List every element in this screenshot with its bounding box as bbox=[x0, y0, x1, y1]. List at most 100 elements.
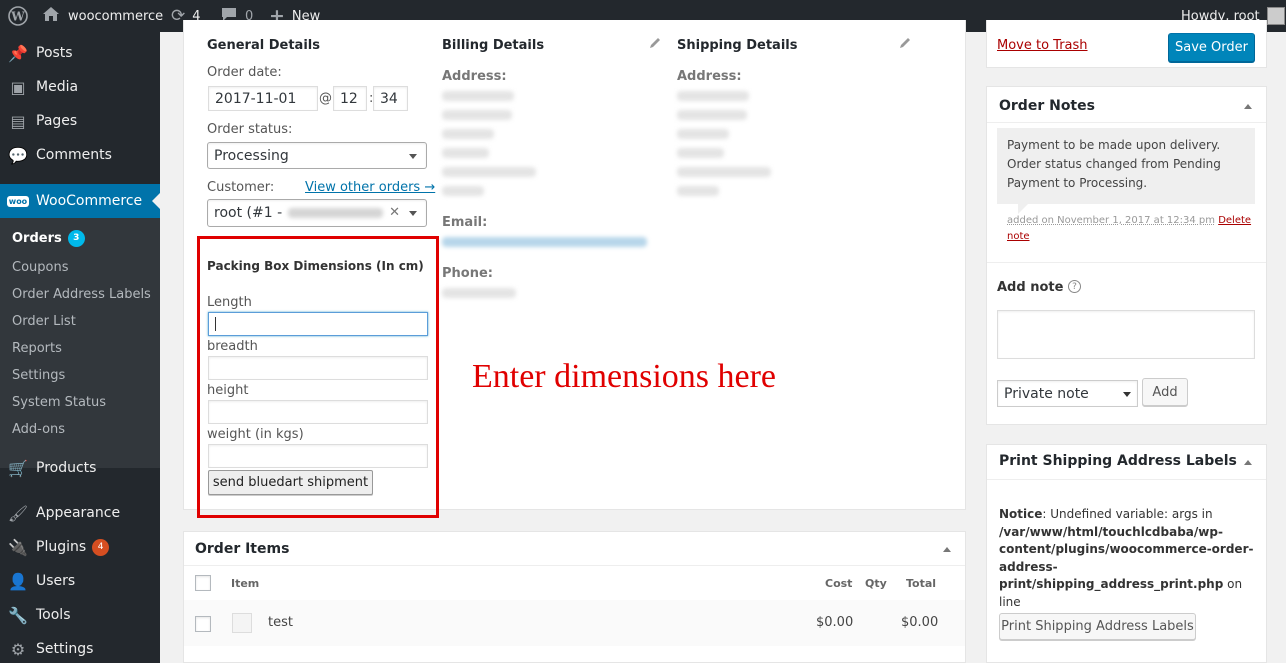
breadth-label: breadth bbox=[207, 339, 258, 354]
item-cost: $0.00 bbox=[816, 615, 854, 630]
breadth-input[interactable] bbox=[208, 356, 428, 380]
billing-address-redacted bbox=[442, 148, 489, 158]
chevron-down-icon bbox=[409, 154, 417, 159]
col-item-header[interactable]: Item bbox=[231, 577, 259, 590]
sidebar-item-label: Pages bbox=[36, 113, 78, 129]
height-label: height bbox=[207, 383, 249, 398]
height-input[interactable] bbox=[208, 400, 428, 424]
shipping-address-redacted bbox=[677, 186, 719, 196]
sidebar-item-tools[interactable]: 🔧 Tools bbox=[0, 598, 160, 632]
sidebar-item-appearance[interactable]: 🖌 Appearance bbox=[0, 496, 160, 530]
sidebar-item-media[interactable]: ▣ Media bbox=[0, 70, 160, 104]
billing-address-redacted bbox=[442, 91, 514, 101]
submenu-settings[interactable]: Settings bbox=[12, 368, 65, 383]
sidebar-item-products[interactable]: 🛒 Products bbox=[0, 451, 160, 485]
sidebar-item-comments[interactable]: 💬 Comments bbox=[0, 138, 160, 172]
collapse-arrow-icon[interactable] bbox=[1244, 104, 1252, 109]
order-status-select[interactable]: Processing bbox=[207, 142, 427, 169]
add-note-textarea[interactable] bbox=[997, 310, 1255, 359]
sidebar-item-users[interactable]: 👤 Users bbox=[0, 564, 160, 598]
move-to-trash-link[interactable]: Move to Trash bbox=[997, 38, 1088, 53]
weight-label: weight (in kgs) bbox=[207, 427, 304, 442]
comments-icon: 💬 bbox=[8, 145, 28, 165]
note-type-select[interactable]: Private note bbox=[997, 380, 1138, 407]
col-total-header[interactable]: Total bbox=[906, 577, 936, 590]
at-symbol: @ bbox=[319, 91, 332, 106]
sidebar-item-posts[interactable]: 📌 Posts bbox=[0, 36, 160, 70]
note-type-value: Private note bbox=[1004, 385, 1089, 402]
help-icon[interactable]: ? bbox=[1068, 280, 1081, 293]
length-input[interactable] bbox=[208, 312, 428, 336]
divider bbox=[987, 479, 1266, 480]
send-bluedart-shipment-button[interactable]: send bluedart shipment bbox=[208, 470, 373, 495]
billing-address-redacted bbox=[442, 129, 494, 139]
collapse-arrow-icon[interactable] bbox=[943, 547, 951, 552]
select-all-checkbox[interactable] bbox=[195, 575, 211, 591]
order-items-heading: Order Items bbox=[195, 541, 290, 557]
order-notes-heading: Order Notes bbox=[999, 98, 1095, 114]
divider bbox=[987, 122, 1266, 123]
avatar bbox=[1266, 7, 1285, 25]
billing-details-heading: Billing Details bbox=[442, 38, 545, 53]
submenu-system-status[interactable]: System Status bbox=[12, 395, 106, 410]
sidebar-item-label: Posts bbox=[36, 45, 73, 61]
notice-path: print/shipping_address_print.php bbox=[999, 577, 1224, 591]
plugins-icon: 🔌 bbox=[8, 537, 28, 557]
clear-x-icon[interactable]: ✕ bbox=[389, 205, 400, 220]
divider bbox=[184, 565, 965, 566]
sidebar-item-settings[interactable]: ⚙ Settings bbox=[0, 632, 160, 663]
pushpin-icon: 📌 bbox=[8, 43, 28, 63]
shipping-details-heading: Shipping Details bbox=[677, 38, 798, 53]
customer-label: Customer: bbox=[207, 180, 275, 195]
submenu-coupons[interactable]: Coupons bbox=[12, 260, 69, 275]
submenu-add-ons[interactable]: Add-ons bbox=[12, 422, 65, 437]
submenu-label: Orders bbox=[12, 231, 62, 246]
order-status-value: Processing bbox=[214, 147, 289, 164]
item-name[interactable]: test bbox=[268, 615, 293, 630]
wordpress-logo-icon[interactable]: W bbox=[8, 0, 28, 32]
wrench-icon: 🔧 bbox=[8, 605, 28, 625]
sidebar-item-label: WooCommerce bbox=[36, 193, 143, 209]
col-cost-header[interactable]: Cost bbox=[825, 577, 852, 590]
products-icon: 🛒 bbox=[8, 458, 28, 478]
collapse-arrow-icon[interactable] bbox=[1244, 460, 1252, 465]
billing-email-label: Email: bbox=[442, 215, 488, 230]
sidebar-item-label: Settings bbox=[36, 641, 94, 657]
sidebar-item-plugins[interactable]: 🔌 Plugins 4 bbox=[0, 530, 160, 564]
submenu-order-address-labels[interactable]: Order Address Labels bbox=[12, 287, 151, 302]
submenu-order-list[interactable]: Order List bbox=[12, 314, 76, 329]
customer-select[interactable]: root (#1 - ✕ bbox=[207, 199, 427, 227]
shipping-address-label: Address: bbox=[677, 69, 742, 84]
add-note-button[interactable]: Add bbox=[1142, 378, 1188, 406]
order-status-label: Order status: bbox=[207, 122, 293, 137]
save-order-button[interactable]: Save Order bbox=[1168, 33, 1255, 62]
edit-shipping-pencil-icon[interactable] bbox=[898, 36, 912, 54]
site-name: woocommerce bbox=[68, 8, 164, 24]
print-shipping-labels-button[interactable]: Print Shipping Address Labels bbox=[999, 613, 1196, 640]
site-name-link[interactable]: woocommerce bbox=[42, 0, 163, 32]
notice-path: content/plugins/woocommerce-order- bbox=[999, 542, 1254, 556]
order-minute-input[interactable]: 34 bbox=[373, 86, 408, 111]
delete-note-link[interactable]: Delete bbox=[1218, 215, 1251, 226]
submenu-orders[interactable]: Orders 3 bbox=[12, 230, 85, 247]
order-hour-input[interactable]: 12 bbox=[333, 86, 367, 111]
sidebar-item-label: Comments bbox=[36, 147, 112, 163]
order-date-input[interactable]: 2017-11-01 bbox=[208, 86, 318, 111]
packing-box-heading: Packing Box Dimensions (In cm) bbox=[207, 259, 424, 273]
length-label: Length bbox=[207, 295, 252, 310]
sidebar-item-label: Appearance bbox=[36, 505, 121, 521]
notice-text: : Undefined variable: args in bbox=[1042, 507, 1213, 521]
orders-count-badge: 3 bbox=[67, 230, 85, 247]
sidebar-item-pages[interactable]: ▤ Pages bbox=[0, 104, 160, 138]
delete-note-link-cont[interactable]: note bbox=[1007, 231, 1030, 242]
note-meta: added on November 1, 2017 at 12:34 pm De… bbox=[1007, 215, 1251, 226]
billing-email-redacted[interactable] bbox=[442, 237, 647, 247]
weight-input[interactable] bbox=[208, 444, 428, 468]
edit-billing-pencil-icon[interactable] bbox=[648, 36, 662, 54]
submenu-reports[interactable]: Reports bbox=[12, 341, 62, 356]
view-other-orders-link[interactable]: View other orders → bbox=[305, 180, 435, 195]
col-qty-header[interactable]: Qty bbox=[865, 577, 887, 590]
sidebar-item-label: Media bbox=[36, 79, 79, 95]
row-checkbox[interactable] bbox=[195, 616, 211, 632]
sidebar-item-woocommerce[interactable]: woo WooCommerce bbox=[0, 184, 160, 218]
